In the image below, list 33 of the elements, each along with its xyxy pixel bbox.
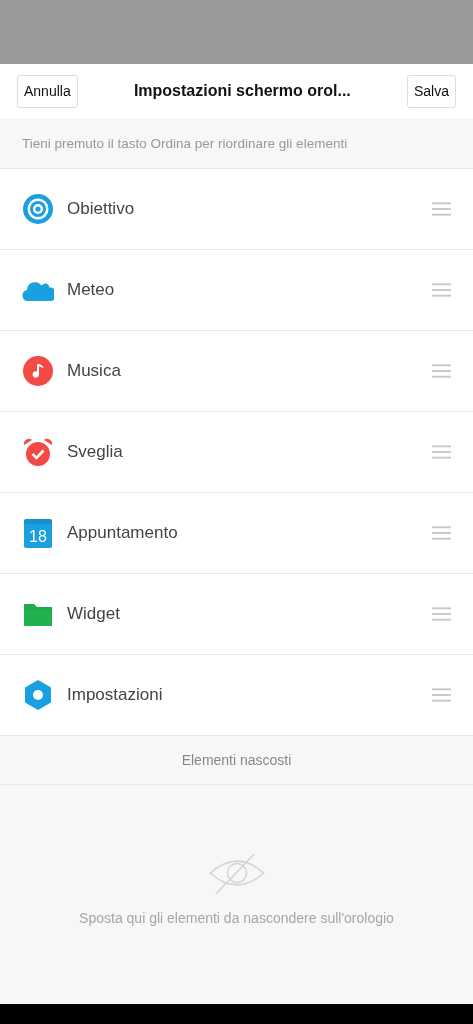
item-label: Musica: [67, 361, 122, 381]
list-item[interactable]: Sveglia: [0, 412, 473, 493]
list-item[interactable]: Impostazioni: [0, 655, 473, 736]
list-item[interactable]: Widget: [0, 574, 473, 655]
list-item[interactable]: Obiettivo: [0, 169, 473, 250]
music-note-icon: [22, 355, 54, 387]
list-item[interactable]: Meteo: [0, 250, 473, 331]
drag-handle-icon[interactable]: [432, 202, 451, 216]
target-icon: [22, 193, 54, 225]
list-item[interactable]: Musica: [0, 331, 473, 412]
drag-handle-icon[interactable]: [432, 364, 451, 378]
item-label: Meteo: [67, 280, 116, 300]
hidden-eye-icon: [207, 853, 266, 895]
cancel-button[interactable]: Annulla: [17, 74, 78, 108]
item-label: Obiettivo: [67, 199, 136, 219]
drag-handle-icon[interactable]: [432, 688, 451, 702]
section-title: Elementi nascosti: [181, 752, 292, 768]
drag-handle-icon[interactable]: [432, 526, 451, 540]
drag-handle-icon[interactable]: [432, 607, 451, 621]
drag-handle-icon[interactable]: [432, 283, 451, 297]
item-label: Appuntamento: [67, 523, 179, 543]
item-label: Widget: [67, 604, 121, 624]
settings-icon: [22, 679, 54, 711]
empty-message: Sposta qui gli elementi da nascondere sull'orologio: [79, 910, 394, 926]
screen-title: Impostazioni schermo orol...: [133, 82, 351, 100]
list-item[interactable]: 18 Appuntamento: [0, 493, 473, 574]
save-button[interactable]: Salva: [406, 74, 456, 108]
drag-handle-icon[interactable]: [432, 445, 451, 459]
calendar-icon: 18: [24, 518, 52, 548]
alarm-clock-icon: [22, 436, 54, 468]
item-label: Impostazioni: [67, 685, 164, 705]
hint-text: Tieni premuto il tasto Ordina per riordinare gli elementi: [22, 135, 348, 151]
item-label: Sveglia: [67, 442, 124, 462]
